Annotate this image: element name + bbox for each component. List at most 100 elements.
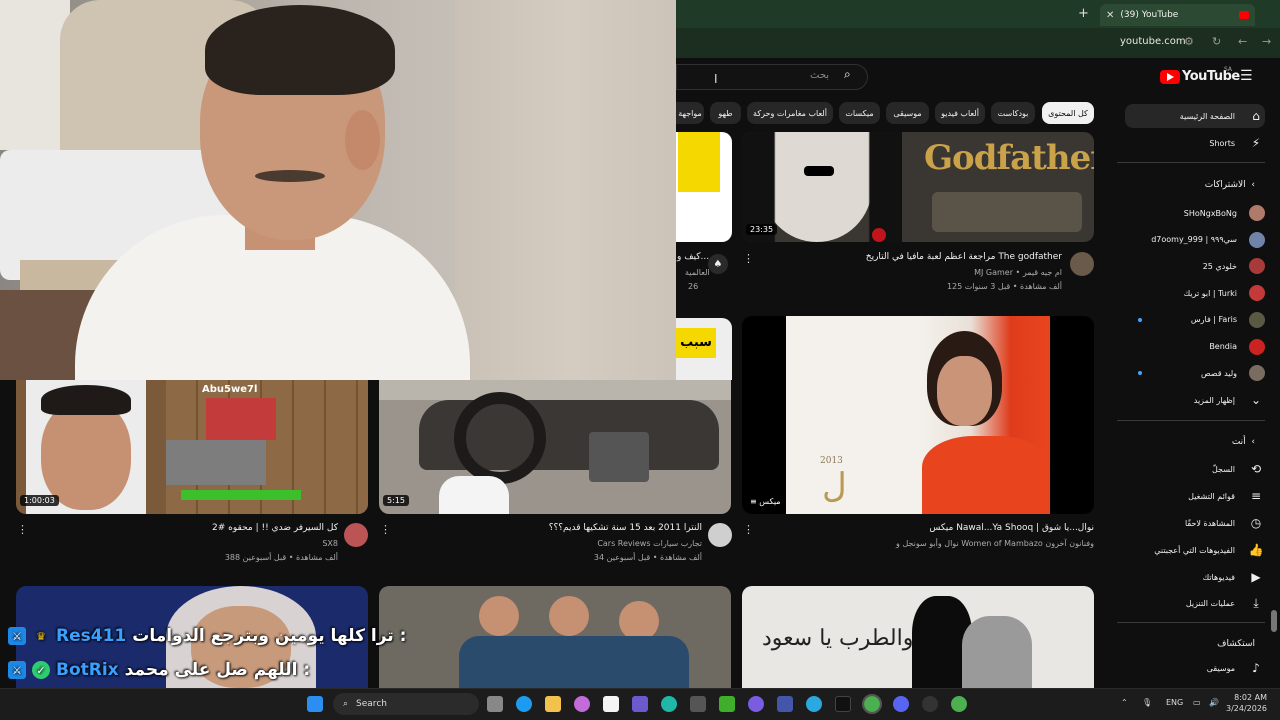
tray-chevron-icon[interactable]: ⌃ xyxy=(1121,698,1128,707)
browser-tab-youtube[interactable]: ✕ (39) YouTube xyxy=(1100,4,1255,26)
video-title[interactable]: مراجعة اعظم لعبة مافيا في التاريخ The go… xyxy=(866,252,1062,262)
sidebar-subscription[interactable]: وليد قصص xyxy=(1125,361,1265,385)
person-hair xyxy=(205,5,395,95)
sidebar-item-downloads[interactable]: عمليات التنزيل ⤓ xyxy=(1125,591,1265,615)
more-options-icon[interactable]: ⋮ xyxy=(17,523,28,536)
discord-icon[interactable] xyxy=(893,696,909,712)
chip-adventure[interactable]: ألعاب مغامرات وحركة xyxy=(747,102,833,124)
xbox-icon[interactable] xyxy=(719,696,735,712)
new-tab-icon[interactable]: + xyxy=(1078,6,1089,21)
chevron-left-icon: ‹ xyxy=(1248,437,1255,447)
chip-podcasts[interactable]: بودكاست xyxy=(991,102,1035,124)
video-thumbnail-bottom-3[interactable]: ليل السعد والطرب يا سعود xyxy=(742,586,1094,688)
sidebar-item-your-videos[interactable]: فيديوهاتك ▶ xyxy=(1125,565,1265,589)
chrome-icon[interactable] xyxy=(951,696,967,712)
channel-avatar-partial[interactable]: ♠ xyxy=(708,254,728,274)
video-channels[interactable]: نوال وأبو سونجل و Women of Mambazo وفنان… xyxy=(896,539,1094,548)
taskbar-search[interactable]: ⌕ Search xyxy=(333,693,479,715)
more-options-icon[interactable]: ⋮ xyxy=(743,252,754,265)
telegram-icon[interactable] xyxy=(806,696,822,712)
obs-icon[interactable] xyxy=(922,696,938,712)
liked-label: الفيديوهات التي أعجبتني xyxy=(1154,545,1235,555)
chip-mixes[interactable]: ميكسات xyxy=(839,102,880,124)
sidebar-show-more[interactable]: إظهار المزيد ⌄ xyxy=(1125,388,1265,412)
sidebar-item-music[interactable]: موسيقى ♪ xyxy=(1125,656,1265,680)
volume-icon[interactable]: 🔊 xyxy=(1209,698,1219,707)
more-options-icon[interactable]: ⋮ xyxy=(380,523,391,536)
app-icon[interactable] xyxy=(661,696,677,712)
app-icon[interactable] xyxy=(777,696,793,712)
url-text[interactable]: youtube.com xyxy=(1120,36,1186,47)
search-input[interactable] xyxy=(676,64,868,90)
video-meta: 125 ألف مشاهدة • قبل 3 سنوات xyxy=(946,282,1062,291)
sidebar-item-playlists[interactable]: قوائم التشغيل ≡ xyxy=(1125,484,1265,508)
chip-games[interactable]: ألعاب فيديو xyxy=(935,102,985,124)
video-title[interactable]: النترا 2011 بعد 15 سنة تشكيها قديم؟؟؟ xyxy=(549,523,702,533)
mic-icon[interactable]: 🎙 xyxy=(1142,698,1152,707)
back-icon[interactable]: → xyxy=(1262,35,1271,48)
video-thumbnail-elantra[interactable]: 5:15 xyxy=(379,380,731,514)
video-duration: 1:00:03 xyxy=(20,495,59,506)
search-icon[interactable]: ⌕ xyxy=(844,67,851,82)
network-icon[interactable]: ▭ xyxy=(1193,698,1201,707)
chip-cooking[interactable]: طهو xyxy=(710,102,741,124)
chip-music[interactable]: موسيقى xyxy=(886,102,929,124)
downloads-label: عمليات التنزيل xyxy=(1185,598,1235,608)
video-thumbnail-bottom-2[interactable] xyxy=(379,586,731,688)
chrome-icon[interactable] xyxy=(862,694,882,714)
sidebar-subscription[interactable]: SHoNgxBoNg xyxy=(1125,201,1265,225)
video-thumbnail-partial-2[interactable]: سبب xyxy=(676,318,732,380)
sidebar-scrollbar[interactable] xyxy=(1271,610,1277,632)
chip-all[interactable]: كل المحتوى xyxy=(1042,102,1094,124)
more-options-icon[interactable]: ⋮ xyxy=(743,523,754,536)
tiktok-icon[interactable] xyxy=(835,696,851,712)
app-icon[interactable] xyxy=(690,696,706,712)
sidebar-item-watch-later[interactable]: المشاهدة لاحقًا ◷ xyxy=(1125,511,1265,535)
video-title[interactable]: كل السيرفر ضدي !! | محقوه #2 xyxy=(212,523,338,533)
sidebar-item-history[interactable]: السجلّ ⟲ xyxy=(1125,457,1265,481)
store-icon[interactable] xyxy=(603,696,619,712)
sidebar-subscription[interactable]: Bendia xyxy=(1125,335,1265,359)
channel-name[interactable]: SX8 xyxy=(322,539,338,548)
channel-avatar[interactable] xyxy=(344,523,368,547)
task-view-icon[interactable] xyxy=(487,696,503,712)
file-explorer-icon[interactable] xyxy=(545,696,561,712)
hamburger-menu-icon[interactable]: ☰ xyxy=(1240,68,1253,84)
sidebar-item-shorts[interactable]: Shorts ⚡ xyxy=(1125,131,1265,155)
chevron-left-icon: ‹ xyxy=(1248,180,1255,190)
copilot-icon[interactable] xyxy=(574,696,590,712)
you-header[interactable]: أنت ‹ xyxy=(1140,437,1255,447)
video-thumbnail-nawal[interactable]: 2013 ﻝ ≡ ميكس xyxy=(742,316,1094,514)
video-thumbnail-minecraft[interactable]: Abu5we7l 1:00:03 xyxy=(16,380,368,514)
channel-avatar xyxy=(1249,365,1265,382)
chip-confront[interactable]: مواجهة xyxy=(676,102,704,124)
video-title[interactable]: ميكس Nawal...Ya Shooq | نوال...يا شوق xyxy=(929,523,1094,533)
sidebar-subscription[interactable]: ابو تريك | Turki xyxy=(1125,281,1265,305)
channel-avatar[interactable] xyxy=(1070,252,1094,276)
video-thumbnail-godfather[interactable]: Godfather 23:35 xyxy=(742,132,1094,242)
forward-icon[interactable]: ← xyxy=(1238,35,1247,48)
video-thumbnail-partial[interactable] xyxy=(676,132,732,242)
taskbar-search-label: Search xyxy=(356,699,387,709)
channel-avatar[interactable] xyxy=(708,523,732,547)
music-note-icon: ♪ xyxy=(1252,661,1260,675)
youtube-logo-icon[interactable] xyxy=(1160,70,1180,84)
app-icon[interactable] xyxy=(632,696,648,712)
start-icon[interactable] xyxy=(307,696,323,712)
language-indicator[interactable]: ENG xyxy=(1166,698,1183,707)
close-tab-icon[interactable]: ✕ xyxy=(1106,10,1114,21)
channel-name[interactable]: MJ Gamer • ام جيه قيمر xyxy=(974,268,1062,277)
reload-icon[interactable]: ↻ xyxy=(1212,35,1221,48)
sidebar-subscription[interactable]: خلودي 25 xyxy=(1125,254,1265,278)
app-icon[interactable] xyxy=(748,696,764,712)
channel-name[interactable]: Cars Reviews تجارب سيارات xyxy=(597,539,702,548)
sidebar-subscription[interactable]: فارس | Faris xyxy=(1125,308,1265,332)
sidebar-subscription[interactable]: d7oomy_999 | سي٩٩٩ xyxy=(1125,228,1265,252)
channel-name-partial[interactable]: العالمية xyxy=(685,268,710,277)
edge-icon[interactable] xyxy=(516,696,532,712)
taskbar-clock[interactable]: 8:02 AM 3/24/2026 xyxy=(1226,692,1267,714)
video-title-partial[interactable]: كيف و... xyxy=(677,252,709,262)
subscriptions-header[interactable]: الاشتراكات ‹ xyxy=(1140,180,1255,190)
sidebar-item-liked[interactable]: الفيديوهات التي أعجبتني 👍 xyxy=(1125,538,1265,562)
sidebar-item-home[interactable]: الصفحة الرئيسية ⌂ xyxy=(1125,104,1265,128)
